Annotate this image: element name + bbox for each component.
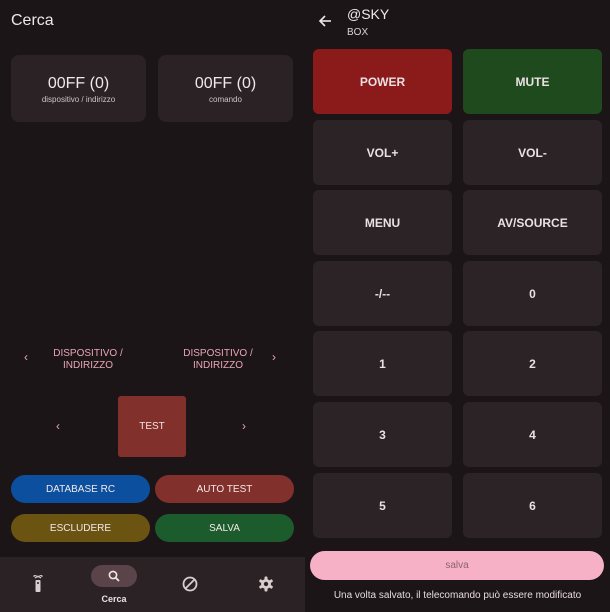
device-address-card: 00FF (0) dispositivo / indirizzo (11, 55, 146, 122)
nav-exclude[interactable] (160, 557, 220, 612)
nav-remote[interactable] (8, 557, 68, 612)
remote-key-13[interactable]: 6 (463, 473, 602, 538)
test-button[interactable]: TEST (118, 396, 186, 457)
remote-key-7[interactable]: 0 (463, 261, 602, 326)
nav-settings[interactable] (236, 557, 296, 612)
save-note: Una volta salvato, il telecomando può es… (333, 590, 582, 601)
remote-key-9[interactable]: 2 (463, 331, 602, 396)
block-icon (182, 576, 198, 592)
save-remote-button[interactable]: salva (310, 551, 604, 580)
remote-key-12[interactable]: 5 (313, 473, 452, 538)
remote-key-1[interactable]: MUTE (463, 49, 602, 114)
remote-key-6[interactable]: -/-- (313, 261, 452, 326)
remote-subtitle: BOX (347, 27, 369, 38)
remote-title: @SKY (347, 6, 390, 22)
database-rc-button[interactable]: DATABASE RC (11, 475, 150, 503)
command-value: 00FF (0) (194, 75, 257, 92)
device-address-value: 00FF (0) (47, 75, 110, 92)
bottom-navigation (0, 557, 305, 612)
device-next-button[interactable]: DISPOSITIVO / INDIRIZZO (177, 348, 259, 372)
device-next-label-line2: INDIRIZZO (193, 360, 243, 371)
remote-key-11[interactable]: 4 (463, 402, 602, 467)
command-label: comando (209, 95, 242, 104)
remote-key-10[interactable]: 3 (313, 402, 452, 467)
command-prev-arrow-icon[interactable]: ‹ (56, 419, 60, 433)
remote-key-5[interactable]: AV/SOURCE (463, 190, 602, 255)
auto-test-button[interactable]: AUTO TEST (155, 475, 294, 503)
save-button[interactable]: SALVA (155, 514, 294, 542)
command-next-arrow-icon[interactable]: › (242, 419, 246, 433)
remote-icon (32, 575, 44, 593)
search-icon (108, 570, 120, 582)
remote-key-0[interactable]: POWER (313, 49, 452, 114)
remote-key-3[interactable]: VOL- (463, 120, 602, 185)
device-prev-arrow-icon[interactable]: ‹ (24, 350, 28, 364)
exclude-button[interactable]: ESCLUDERE (11, 514, 150, 542)
remote-key-4[interactable]: MENU (313, 190, 452, 255)
remote-key-2[interactable]: VOL+ (313, 120, 452, 185)
search-screen: Cerca 00FF (0) dispositivo / indirizzo 0… (0, 0, 305, 612)
nav-search-label: Cerca (101, 594, 127, 604)
device-address-label: dispositivo / indirizzo (41, 95, 116, 104)
device-next-arrow-icon[interactable]: › (272, 350, 276, 364)
command-card: 00FF (0) comando (158, 55, 293, 122)
back-arrow-icon[interactable] (318, 10, 332, 28)
settings-icon (258, 576, 274, 592)
remote-key-8[interactable]: 1 (313, 331, 452, 396)
device-prev-button[interactable]: DISPOSITIVO / INDIRIZZO (47, 348, 129, 372)
page-title: Cerca (11, 12, 54, 29)
nav-search-active-indicator[interactable] (91, 565, 137, 587)
device-next-label-line1: DISPOSITIVO / (183, 348, 253, 359)
device-prev-label-line2: INDIRIZZO (63, 360, 113, 371)
remote-screen: @SKY BOX POWER MUTE VOL+ VOL- MENU AV/SOURCE -… (305, 0, 610, 612)
device-prev-label-line1: DISPOSITIVO / (53, 348, 123, 359)
